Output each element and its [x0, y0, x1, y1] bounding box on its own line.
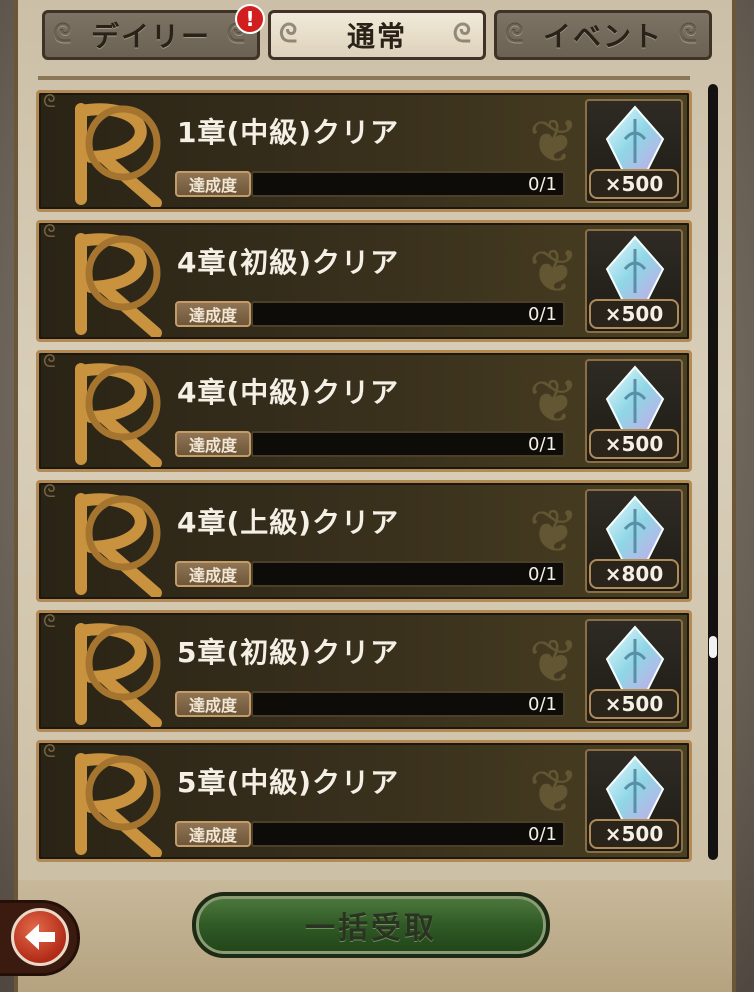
swirl-ornament-icon: ᘓ	[505, 19, 526, 49]
crystal-icon	[605, 365, 665, 432]
tab-event[interactable]: ᘓ イベント ᘓ	[494, 10, 712, 60]
crystal-icon	[605, 105, 665, 172]
back-button[interactable]	[0, 900, 80, 976]
reward-quantity: ×500	[589, 299, 679, 329]
reward-slot[interactable]: ×800	[585, 489, 683, 593]
progress-label: 達成度	[175, 171, 251, 197]
reward-quantity: ×500	[589, 819, 679, 849]
back-arrow-icon	[11, 908, 69, 966]
reward-quantity: ×800	[589, 559, 679, 589]
r-emblem-icon	[75, 103, 162, 207]
progress-bar: 0/1	[251, 301, 565, 327]
corner-ornament-icon: ᘓ	[43, 741, 56, 762]
tab-daily-label: デイリー	[90, 20, 211, 53]
tab-normal-label: 通常	[346, 20, 407, 53]
crystal-icon	[605, 755, 665, 822]
swirl-ornament-icon: ᘓ	[452, 19, 473, 49]
mission-title: 5章(中級)クリア	[177, 766, 400, 799]
leaf-ornament-icon: ❦	[528, 237, 579, 307]
tab-daily[interactable]: ᘓ デイリー ᘓ	[42, 10, 260, 60]
progress-label: 達成度	[175, 301, 251, 327]
progress-count: 0/1	[528, 693, 557, 715]
arrow-left-icon	[25, 924, 55, 950]
mission-title: 4章(初級)クリア	[177, 246, 400, 279]
scrollbar-track[interactable]	[708, 84, 718, 860]
progress-count: 0/1	[528, 303, 557, 325]
r-emblem-icon	[75, 493, 162, 597]
mission-title: 1章(中級)クリア	[177, 116, 400, 149]
r-emblem-icon	[75, 363, 162, 467]
reward-slot[interactable]: ×500	[585, 229, 683, 333]
progress-bar: 0/1	[251, 431, 565, 457]
mission-title: 5章(初級)クリア	[177, 636, 400, 669]
progress-count: 0/1	[528, 563, 557, 585]
corner-ornament-icon: ᘓ	[43, 221, 56, 242]
progress-bar: 0/1	[251, 691, 565, 717]
progress-bar: 0/1	[251, 171, 565, 197]
leaf-ornament-icon: ❦	[528, 367, 579, 437]
tab-divider	[38, 76, 690, 80]
tab-event-label: イベント	[542, 20, 663, 53]
swirl-ornament-icon: ᘓ	[53, 19, 74, 49]
crystal-icon	[605, 235, 665, 302]
mission-card[interactable]: ᘓ ❦ 1章(中級)クリア 達成度 0/1 ×500	[36, 90, 692, 212]
progress-bar: 0/1	[251, 561, 565, 587]
claim-all-button[interactable]: 一括受取	[192, 892, 550, 958]
progress-count: 0/1	[528, 433, 557, 455]
progress-label: 達成度	[175, 431, 251, 457]
mission-card[interactable]: ᘓ ❦ 5章(初級)クリア 達成度 0/1 ×500	[36, 610, 692, 732]
mission-title: 4章(上級)クリア	[177, 506, 400, 539]
mission-card[interactable]: ᘓ ❦ 5章(中級)クリア 達成度 0/1 ×500	[36, 740, 692, 862]
corner-ornament-icon: ᘓ	[43, 91, 56, 112]
swirl-ornament-icon: ᘓ	[279, 19, 300, 49]
crystal-icon	[605, 625, 665, 692]
progress-count: 0/1	[528, 823, 557, 845]
reward-slot[interactable]: ×500	[585, 619, 683, 723]
reward-slot[interactable]: ×500	[585, 359, 683, 463]
mission-card[interactable]: ᘓ ❦ 4章(中級)クリア 達成度 0/1 ×500	[36, 350, 692, 472]
leaf-ornament-icon: ❦	[528, 107, 579, 177]
mission-list[interactable]: ᘓ ❦ 1章(中級)クリア 達成度 0/1 ×500 ᘓ ❦ 4章(初級)クリア…	[36, 90, 692, 870]
tab-normal[interactable]: ᘓ 通常 ᘓ	[268, 10, 486, 60]
progress-label: 達成度	[175, 561, 251, 587]
crystal-icon	[605, 495, 665, 562]
reward-quantity: ×500	[589, 429, 679, 459]
progress-label: 達成度	[175, 691, 251, 717]
mission-card[interactable]: ᘓ ❦ 4章(上級)クリア 達成度 0/1 ×800	[36, 480, 692, 602]
corner-ornament-icon: ᘓ	[43, 481, 56, 502]
r-emblem-icon	[75, 623, 162, 727]
progress-bar: 0/1	[251, 821, 565, 847]
leaf-ornament-icon: ❦	[528, 757, 579, 827]
mission-card[interactable]: ᘓ ❦ 4章(初級)クリア 達成度 0/1 ×500	[36, 220, 692, 342]
leaf-ornament-icon: ❦	[528, 497, 579, 567]
r-emblem-icon	[75, 233, 162, 337]
reward-slot[interactable]: ×500	[585, 749, 683, 853]
corner-ornament-icon: ᘓ	[43, 351, 56, 372]
progress-count: 0/1	[528, 173, 557, 195]
swirl-ornament-icon: ᘓ	[678, 19, 699, 49]
reward-quantity: ×500	[589, 689, 679, 719]
alert-badge: !	[235, 4, 265, 34]
reward-slot[interactable]: ×500	[585, 99, 683, 203]
r-emblem-icon	[75, 753, 162, 857]
corner-ornament-icon: ᘓ	[43, 611, 56, 632]
leaf-ornament-icon: ❦	[528, 627, 579, 697]
mission-title: 4章(中級)クリア	[177, 376, 400, 409]
progress-label: 達成度	[175, 821, 251, 847]
scrollbar-thumb[interactable]	[709, 636, 717, 658]
reward-quantity: ×500	[589, 169, 679, 199]
